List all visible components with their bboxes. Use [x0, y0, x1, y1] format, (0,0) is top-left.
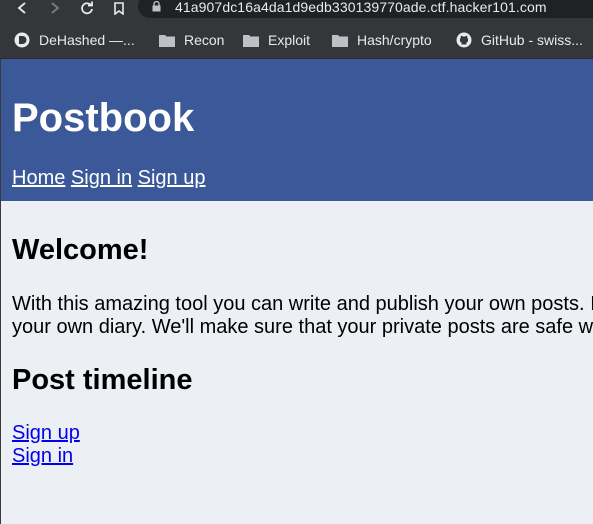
- bookmark-folder-recon[interactable]: Recon: [159, 31, 224, 49]
- folder-icon: [159, 34, 175, 47]
- bookmarks-bar: DeHashed —... Recon Exploit Hash/crypto: [0, 22, 593, 59]
- github-icon: [456, 32, 472, 48]
- lock-icon: [152, 1, 161, 12]
- nav-link-home[interactable]: Home: [12, 167, 65, 189]
- folder-icon: [332, 34, 348, 47]
- bookmark-folder-hash-crypto[interactable]: Hash/crypto: [332, 31, 432, 49]
- browser-toolbar: 41a907dc16a4da1d9edb330139770ade.ctf.hac…: [0, 0, 593, 22]
- bookmark-icon: [114, 1, 124, 15]
- welcome-heading: Welcome!: [12, 234, 149, 266]
- bookmark-label: Exploit: [268, 32, 311, 48]
- web-page: Postbook Home Sign in Sign up Welcome! W…: [0, 59, 593, 524]
- sign-in-link[interactable]: Sign in: [12, 445, 80, 468]
- bookmark-label: DeHashed —...: [39, 32, 135, 48]
- bookmark-dehashed[interactable]: DeHashed —...: [14, 31, 135, 49]
- forward-button[interactable]: [45, 0, 65, 16]
- url-text: 41a907dc16a4da1d9edb330139770ade.ctf.hac…: [175, 0, 547, 15]
- bookmark-github[interactable]: GitHub - swiss...: [456, 31, 583, 49]
- reload-button[interactable]: [77, 0, 97, 16]
- nav-link-sign-up[interactable]: Sign up: [138, 167, 206, 189]
- bookmark-page-button[interactable]: [109, 0, 129, 16]
- intro-paragraph: With this amazing tool you can write and…: [12, 293, 593, 339]
- reload-icon: [81, 1, 93, 15]
- nav-link-sign-in[interactable]: Sign in: [71, 167, 132, 189]
- bookmark-folder-exploit[interactable]: Exploit: [243, 31, 310, 49]
- back-arrow-icon: [17, 2, 26, 14]
- folder-icon: [243, 34, 259, 47]
- site-nav: Home Sign in Sign up: [12, 167, 205, 190]
- bookmark-label: GitHub - swiss...: [481, 32, 583, 48]
- bookmark-label: Recon: [184, 32, 225, 48]
- post-timeline-heading: Post timeline: [12, 364, 193, 396]
- site-header: Postbook Home Sign in Sign up: [1, 59, 593, 201]
- bookmark-label: Hash/crypto: [357, 32, 432, 48]
- back-button[interactable]: [12, 0, 32, 16]
- sign-up-link[interactable]: Sign up: [12, 422, 80, 445]
- forward-arrow-icon: [51, 2, 60, 14]
- intro-line: your own diary. We'll make sure that you…: [12, 316, 593, 338]
- site-title: Postbook: [12, 96, 195, 140]
- dehashed-icon: [14, 32, 30, 48]
- browser-window: 41a907dc16a4da1d9edb330139770ade.ctf.hac…: [0, 0, 593, 524]
- intro-line: With this amazing tool you can write and…: [12, 293, 593, 315]
- address-bar[interactable]: 41a907dc16a4da1d9edb330139770ade.ctf.hac…: [138, 0, 593, 18]
- timeline-links: Sign up Sign in: [12, 422, 80, 468]
